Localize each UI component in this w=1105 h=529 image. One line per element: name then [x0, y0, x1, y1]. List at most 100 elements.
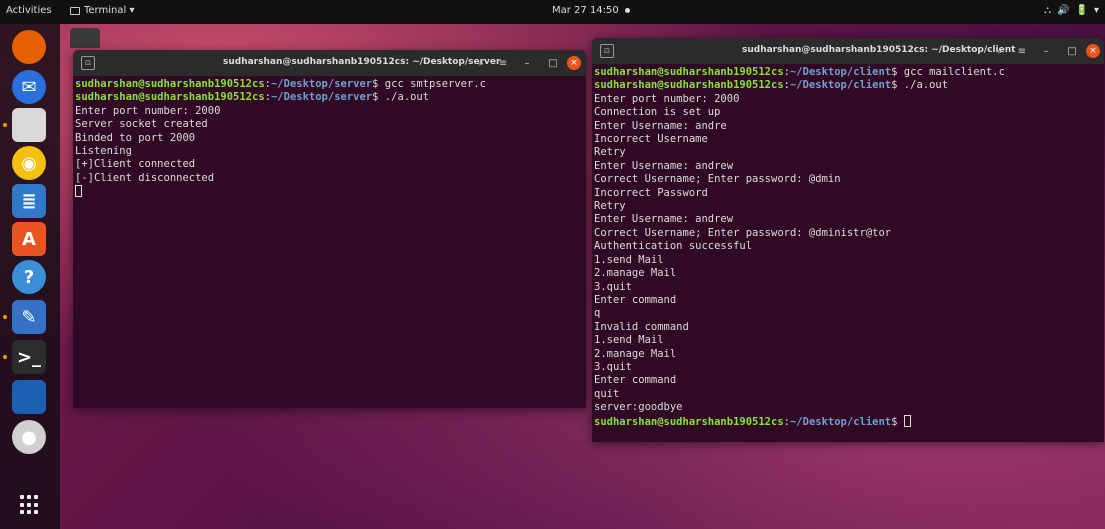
thunderbird-icon[interactable]: ✉: [12, 70, 46, 104]
new-tab-icon[interactable]: ⊡: [81, 56, 95, 70]
text-cursor: [75, 185, 82, 198]
maximize-icon[interactable]: □: [1064, 43, 1080, 59]
output-text: Enter port number: 2000: [75, 104, 221, 117]
output-text: Connection is set up: [594, 106, 721, 119]
firefox-icon[interactable]: [12, 30, 46, 64]
close-icon[interactable]: ×: [1086, 44, 1100, 58]
terminal-line: Incorrect Username: [594, 133, 1102, 146]
notification-dot-icon: [624, 8, 630, 13]
clock[interactable]: Mar 27 14:50: [552, 5, 630, 16]
battery-icon: 🔋: [1075, 5, 1088, 16]
terminal-line: Enter command: [594, 294, 1102, 307]
disc-icon[interactable]: ●: [12, 420, 46, 454]
volume-icon: 🔊: [1057, 5, 1070, 16]
terminal-line: Correct Username; Enter password: @dmin: [594, 173, 1102, 186]
output-text: 1.send Mail: [594, 334, 664, 347]
terminal-line: server:goodbye: [594, 401, 1102, 414]
system-tray[interactable]: ⛬ 🔊 🔋 ▾: [1044, 5, 1099, 16]
app-menu[interactable]: Terminal ▾: [70, 5, 134, 16]
running-indicator: [3, 123, 7, 127]
output-text: Incorrect Username: [594, 133, 708, 146]
writer-glyph: ≣: [21, 190, 37, 212]
new-tab-icon[interactable]: ⊡: [600, 44, 614, 58]
output-text: Binded to port 2000: [75, 131, 196, 144]
activities-button[interactable]: Activities: [6, 5, 52, 16]
command-text: ./a.out: [903, 79, 949, 92]
terminal-line: q: [594, 307, 1102, 320]
maximize-icon[interactable]: □: [545, 55, 561, 71]
minimize-icon[interactable]: –: [1038, 43, 1054, 59]
prompt-path: ~/Desktop/client: [789, 415, 892, 428]
rhythmbox-icon[interactable]: ◉: [12, 146, 46, 180]
client-terminal-titlebar[interactable]: ⊡ sudharshan@sudharshanb190512cs: ~/Desk…: [592, 38, 1104, 64]
output-text: [+]Client connected: [75, 158, 196, 171]
running-indicator: [3, 315, 7, 319]
prompt-user: sudharshan@sudharshanb190512cs: [594, 79, 784, 92]
terminal-line: 1.send Mail: [594, 254, 1102, 267]
tray-chevron-down-icon: ▾: [1093, 5, 1099, 16]
clock-label: Mar 27 14:50: [552, 5, 619, 16]
text-cursor: [903, 414, 911, 427]
terminal-icon[interactable]: >_: [12, 340, 46, 374]
text-editor-icon[interactable]: ✎: [12, 300, 46, 334]
output-text: Invalid command: [594, 320, 689, 333]
client-terminal-output[interactable]: sudharshan@sudharshanb190512cs:~/Desktop…: [592, 64, 1104, 442]
output-text: Enter command: [594, 374, 677, 387]
terminal-line: [+]Client connected: [75, 158, 584, 171]
menu-icon[interactable]: ≡: [1014, 43, 1030, 59]
top-bar: Activities Terminal ▾ Mar 27 14:50 ⛬ 🔊 🔋…: [0, 0, 1105, 24]
writer-icon[interactable]: ≣: [12, 184, 46, 218]
output-text: Retry: [594, 146, 626, 159]
close-icon[interactable]: ×: [567, 56, 581, 70]
terminal-line: sudharshan@sudharshanb190512cs:~/Desktop…: [594, 66, 1005, 78]
output-text: Listening: [75, 145, 132, 158]
terminal-line: Server socket created: [75, 118, 584, 131]
prompt-user: sudharshan@sudharshanb190512cs: [594, 66, 784, 78]
help-icon[interactable]: ?: [12, 260, 46, 294]
client-terminal-window[interactable]: ⊡ sudharshan@sudharshanb190512cs: ~/Desk…: [592, 38, 1104, 442]
software-icon[interactable]: A: [12, 222, 46, 256]
prompt-path: ~/Desktop/server: [270, 78, 373, 90]
terminal-line: Enter command: [594, 374, 1102, 387]
terminal-line: Connection is set up: [594, 106, 1102, 119]
terminal-line: Enter Username: andrew: [594, 160, 1102, 173]
show-applications-icon[interactable]: [20, 495, 40, 515]
terminal-line: Retry: [594, 200, 1102, 213]
wireshark-glyph: [12, 380, 46, 414]
search-icon[interactable]: ⌕: [473, 55, 489, 71]
server-terminal-window[interactable]: ⊡ sudharshan@sudharshanb190512cs: ~/Desk…: [73, 50, 586, 408]
menu-icon[interactable]: ≡: [495, 55, 511, 71]
background-window[interactable]: [70, 28, 100, 48]
prompt-user: sudharshan@sudharshanb190512cs: [75, 78, 265, 90]
output-text: 3.quit: [594, 280, 632, 293]
output-text: Server socket created: [75, 118, 208, 131]
terminal-line: Enter port number: 2000: [75, 105, 584, 118]
output-text: server:goodbye: [594, 401, 683, 414]
minimize-icon[interactable]: –: [519, 55, 535, 71]
terminal-line: Binded to port 2000: [75, 132, 584, 145]
dock: ✉ ◉ ≣ A? ✎ >_ ●: [0, 24, 60, 529]
terminal-line: quit: [594, 388, 1102, 401]
terminal-line: Authentication successful: [594, 240, 1102, 253]
rhythmbox-glyph: ◉: [21, 152, 37, 174]
output-text: Correct Username; Enter password: @dmin: [594, 173, 841, 186]
output-text: 2.manage Mail: [594, 267, 677, 280]
terminal-line: Listening: [75, 145, 584, 158]
terminal-line: sudharshan@sudharshanb190512cs:~/Desktop…: [594, 79, 949, 92]
running-indicator: [3, 355, 7, 359]
thunderbird-glyph: ✉: [21, 76, 37, 98]
terminal-glyph: >_: [16, 346, 42, 368]
terminal-line: 1.send Mail: [594, 334, 1102, 347]
terminal-line: [75, 185, 584, 199]
server-terminal-output[interactable]: sudharshan@sudharshanb190512cs:~/Desktop…: [73, 76, 586, 408]
terminal-line: 3.quit: [594, 281, 1102, 294]
wireshark-icon[interactable]: [12, 380, 46, 414]
terminal-line: Enter Username: andre: [594, 120, 1102, 133]
client-terminal-title: sudharshan@sudharshanb190512cs: ~/Deskto…: [742, 45, 1016, 55]
server-terminal-titlebar[interactable]: ⊡ sudharshan@sudharshanb190512cs: ~/Desk…: [73, 50, 586, 76]
command-text: gcc smtpserver.c: [384, 78, 486, 90]
files-icon[interactable]: [12, 108, 46, 142]
terminal-line: Correct Username; Enter password: @dmini…: [594, 227, 1102, 240]
terminal-line: sudharshan@sudharshanb190512cs:~/Desktop…: [594, 414, 1102, 429]
search-icon[interactable]: ⌕: [992, 43, 1008, 59]
